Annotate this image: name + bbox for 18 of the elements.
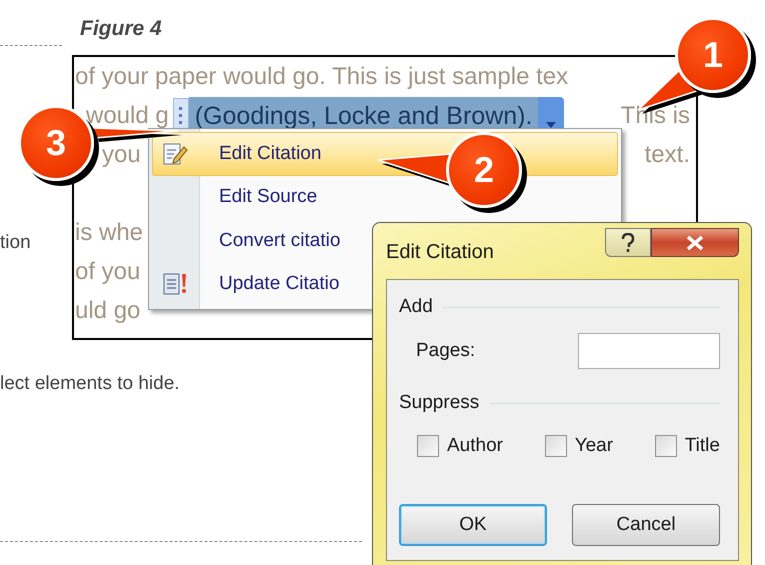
checkbox-label: Year [574, 435, 614, 457]
document-text: of you [75, 258, 140, 286]
document-text: you [102, 140, 141, 168]
document-text: would g [86, 102, 169, 130]
document-text: This is [620, 102, 690, 130]
checkbox-label: Author [447, 435, 503, 457]
field-label: Pages: [416, 340, 476, 362]
document-text: of your paper would go. This is just sample tex [75, 62, 568, 90]
document-text: uld go [75, 296, 140, 324]
group-heading: Add [399, 296, 433, 318]
figure-caption: Figure 4 [80, 17, 162, 41]
group-heading: Suppress [399, 392, 480, 414]
document-text: is whe [75, 218, 144, 246]
dialog-title: Edit Citation [386, 240, 494, 264]
body-text: lect elements to hide. [0, 373, 180, 395]
checkbox-label: Title [684, 435, 720, 457]
body-text: tion [0, 232, 31, 254]
document-text: text. [644, 140, 690, 168]
